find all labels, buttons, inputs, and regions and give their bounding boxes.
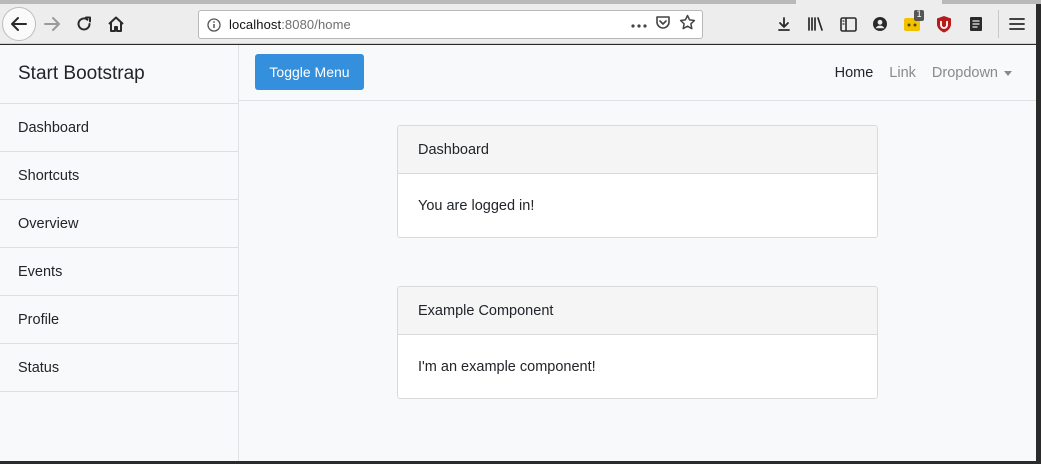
nav-link-home[interactable]: Home [835,65,874,81]
navbar-links: Home Link Dropdown [835,45,1012,101]
page-actions-icon[interactable] [631,16,647,34]
nav-link-link[interactable]: Link [889,65,916,81]
toggle-menu-button[interactable]: Toggle Menu [255,54,364,90]
extension-icon[interactable]: 1 [898,10,926,38]
card-header: Dashboard [398,126,877,174]
hamburger-icon [1009,18,1025,30]
sidebar: Start Bootstrap Dashboard Shortcuts Over… [0,45,239,461]
home-button[interactable] [100,8,132,40]
arrow-right-icon [44,17,60,31]
info-icon[interactable] [199,17,229,32]
forward-button[interactable] [36,8,68,40]
sidebar-item-status[interactable]: Status [0,344,238,392]
extension-badge: 1 [914,10,924,21]
notes-icon[interactable] [962,10,990,38]
arrow-left-icon [11,17,27,31]
toolbar-separator [998,10,999,38]
reload-button[interactable] [68,8,100,40]
ublock-icon[interactable] [930,10,958,38]
nav-dropdown[interactable]: Dropdown [932,65,1012,81]
caret-down-icon [1004,71,1012,76]
sidebar-item-profile[interactable]: Profile [0,296,238,344]
address-bar[interactable]: localhost:8080/home [198,10,703,39]
sidebar-heading: Start Bootstrap [0,45,238,104]
sidebar-item-events[interactable]: Events [0,248,238,296]
page-viewport: Start Bootstrap Dashboard Shortcuts Over… [0,45,1036,461]
account-icon[interactable] [866,10,894,38]
dashboard-card: Dashboard You are logged in! [397,125,878,238]
url-text[interactable]: localhost:8080/home [229,17,351,32]
back-button[interactable] [2,7,36,41]
bookmark-star-icon[interactable] [679,14,696,36]
url-path: :8080/home [281,17,351,32]
sidebar-item-overview[interactable]: Overview [0,200,238,248]
window-edge [1036,44,1041,464]
url-actions [631,11,696,38]
card-body: You are logged in! [418,197,535,214]
url-host: localhost [229,17,282,32]
library-icon[interactable] [802,10,830,38]
sidebar-item-shortcuts[interactable]: Shortcuts [0,152,238,200]
home-icon [108,16,124,32]
download-icon[interactable] [770,10,798,38]
pocket-icon[interactable] [655,14,671,35]
sidebar-item-dashboard[interactable]: Dashboard [0,104,238,152]
example-component-card: Example Component I'm an example compone… [397,286,878,399]
card-header: Example Component [398,287,877,335]
menu-button[interactable] [1003,8,1031,40]
sidebar-toggle-icon[interactable] [834,10,862,38]
toolbar-icons: 1 [770,8,990,40]
card-body: I'm an example component! [418,358,596,375]
browser-toolbar: localhost:8080/home 1 [0,4,1036,44]
reload-icon [77,16,91,31]
top-navbar: Toggle Menu Home Link Dropdown [239,45,1036,101]
nav-dropdown-label: Dropdown [931,65,998,81]
